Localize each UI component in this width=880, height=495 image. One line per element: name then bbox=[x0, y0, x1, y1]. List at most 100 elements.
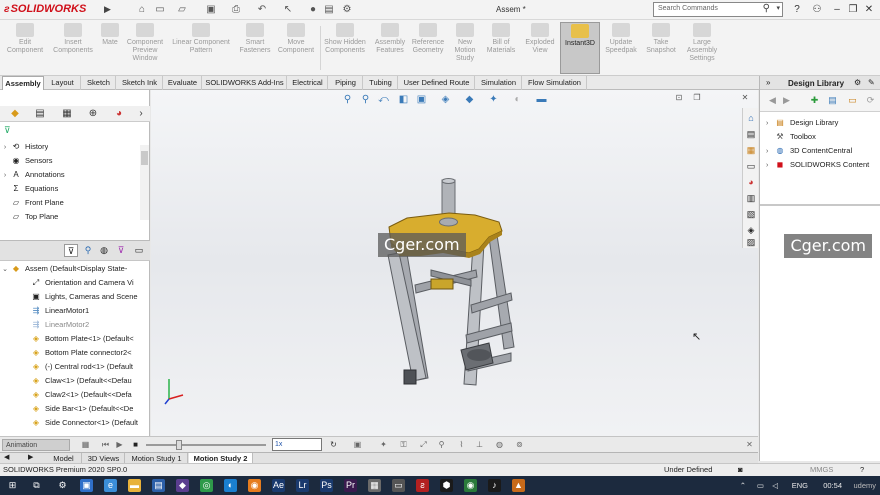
task-view-icon[interactable]: ⧉ bbox=[30, 479, 43, 492]
filter-results-icon[interactable]: ⊽ bbox=[114, 244, 128, 257]
exploded-view-button[interactable]: Exploded View bbox=[521, 22, 559, 74]
app-icon[interactable]: ◐ bbox=[224, 479, 237, 492]
tree-item-equations[interactable]: Σ Equations bbox=[0, 182, 59, 196]
app-icon[interactable]: Ps bbox=[320, 479, 333, 492]
filter-animating-icon[interactable]: ⊽ bbox=[64, 244, 78, 257]
design-library-tab-icon[interactable]: ▦ bbox=[745, 144, 757, 156]
reference-geometry-button[interactable]: Reference Geometry bbox=[409, 22, 447, 74]
back-icon[interactable]: ◀ bbox=[766, 94, 779, 107]
playback-speed-select[interactable]: 1x bbox=[272, 438, 322, 451]
app-icon[interactable]: ▦ bbox=[368, 479, 381, 492]
tab-solidworks-add-ins[interactable]: SOLIDWORKS Add-Ins bbox=[203, 76, 287, 90]
zoom-to-fit-icon[interactable]: ⚲ bbox=[341, 93, 354, 106]
resources-tab-icon[interactable]: ▤ bbox=[745, 128, 757, 140]
app-icon[interactable]: ▲ bbox=[512, 479, 525, 492]
tab-user-defined-route[interactable]: User Defined Route bbox=[399, 76, 475, 90]
motor-icon[interactable]: ⚲ bbox=[436, 439, 447, 451]
close-viewport-icon[interactable]: ✕ bbox=[740, 93, 750, 103]
solidworks-apps-tab-icon[interactable]: ◈ bbox=[745, 224, 757, 236]
expand-icon[interactable]: › bbox=[766, 159, 774, 173]
split-viewport-icon[interactable]: ⊡ bbox=[674, 93, 684, 103]
app-icon[interactable]: Ae bbox=[272, 479, 285, 492]
rebuild-icon[interactable]: ● bbox=[307, 4, 319, 15]
forward-icon[interactable]: ▶ bbox=[780, 94, 793, 107]
claw[interactable] bbox=[430, 278, 454, 290]
tree-scrollbar[interactable] bbox=[140, 145, 149, 220]
print-icon[interactable]: ⎙ bbox=[230, 4, 242, 15]
settings-app-icon[interactable]: ⚙ bbox=[56, 479, 69, 492]
tree-item-part[interactable]: ◈ (-) Central rod<1> (Default bbox=[30, 360, 133, 374]
take-snapshot-button[interactable]: Take Snapshot bbox=[642, 22, 680, 74]
hide-show-items-icon[interactable]: ✦ bbox=[487, 93, 500, 106]
user-icon[interactable]: ⚇ bbox=[810, 3, 824, 16]
library-item-toolbox[interactable]: ⚒ Toolbox bbox=[766, 130, 815, 144]
smart-fasteners-button[interactable]: Smart Fasteners bbox=[238, 22, 272, 74]
edit-appearance-icon[interactable]: ◐ bbox=[511, 93, 524, 106]
tree-item-front-plane[interactable]: ▱ Front Plane bbox=[0, 196, 64, 210]
app-icon[interactable]: Pr bbox=[344, 479, 357, 492]
search-icon[interactable]: ⚲ bbox=[763, 3, 770, 14]
network-icon[interactable]: ▭ bbox=[757, 479, 764, 492]
tree-item-part[interactable]: ◈ Bottom Plate<1> (Default< bbox=[30, 332, 134, 346]
save-icon[interactable]: ▣ bbox=[205, 4, 217, 15]
tree-item-annotations[interactable]: › A Annotations bbox=[0, 168, 65, 182]
edit-component-button[interactable]: Edit Component bbox=[4, 22, 46, 74]
language-indicator[interactable]: ENG bbox=[792, 479, 808, 492]
clock[interactable]: 00:54 bbox=[823, 479, 842, 492]
animation-wizard-icon[interactable]: ✦ bbox=[378, 439, 389, 451]
file-explorer-tab-icon[interactable]: ▭ bbox=[745, 160, 757, 172]
bill-of-materials-button[interactable]: Bill of Materials bbox=[483, 22, 519, 74]
tree-item-lights[interactable]: ▣ Lights, Cameras and Scene bbox=[30, 290, 137, 304]
update-speedpak-button[interactable]: Update Speedpak bbox=[602, 22, 640, 74]
display-style-icon[interactable]: ◆ bbox=[463, 93, 476, 106]
app-icon[interactable]: ◎ bbox=[200, 479, 213, 492]
minimize-button[interactable]: – bbox=[830, 3, 844, 16]
tree-item-part[interactable]: ◈ Side Connector<1> (Default bbox=[30, 416, 138, 430]
search-commands-input[interactable]: Search Commands ⚲ ▾ bbox=[653, 2, 783, 17]
unit-system[interactable]: MMGS bbox=[810, 464, 833, 476]
configuration-manager-tab-icon[interactable]: ▦ bbox=[60, 108, 74, 120]
tab-sketch[interactable]: Sketch bbox=[82, 76, 116, 90]
playback-mode-icon[interactable]: ↻ bbox=[328, 439, 339, 451]
display-manager-tab-icon[interactable]: ◕ bbox=[112, 108, 126, 120]
tab-evaluate[interactable]: Evaluate bbox=[164, 76, 202, 90]
gravity-icon[interactable]: ⊚ bbox=[514, 439, 525, 451]
tree-item-assembly-root[interactable]: ⌄ ◆ Assem (Default<Display State- bbox=[0, 262, 127, 276]
contact-icon[interactable]: ◍ bbox=[494, 439, 505, 451]
tree-item-part[interactable]: ◈ Bottom Plate connector2< bbox=[30, 346, 132, 360]
stop-icon[interactable]: ■ bbox=[130, 439, 141, 451]
chevron-down-icon[interactable]: ▾ bbox=[776, 4, 780, 12]
app-icon[interactable]: ▭ bbox=[392, 479, 405, 492]
library-item-3d-contentcentral[interactable]: › ◍ 3D ContentCentral bbox=[766, 144, 852, 158]
tree-item-history[interactable]: › ⟲ History bbox=[0, 140, 49, 154]
scrollbar-thumb[interactable] bbox=[141, 151, 148, 165]
damper-icon[interactable]: ⊥ bbox=[474, 439, 485, 451]
panel-expand-icon[interactable]: › bbox=[134, 108, 148, 120]
large-assembly-settings-button[interactable]: Large Assembly Settings bbox=[682, 22, 722, 74]
assembly-model-3d[interactable] bbox=[371, 175, 541, 390]
feature-manager-tab-icon[interactable]: ◆ bbox=[8, 108, 22, 120]
view-palette-tab-icon[interactable]: ▨ bbox=[745, 236, 757, 248]
add-to-library-icon[interactable]: ✚ bbox=[808, 94, 821, 107]
collapse-pane-icon[interactable]: » bbox=[766, 78, 770, 87]
tree-item-part[interactable]: ◈ Claw2<1> (Default<<Defa bbox=[30, 388, 132, 402]
tab-layout[interactable]: Layout bbox=[45, 76, 81, 90]
new-document-icon[interactable]: ▭ bbox=[154, 4, 166, 15]
library-item-design-library[interactable]: › ▤ Design Library bbox=[766, 116, 838, 130]
autokey-icon[interactable]: ⚿ bbox=[398, 439, 409, 451]
tree-item-part[interactable]: ◈ Claw<1> (Default<<Defau bbox=[30, 374, 132, 388]
linear-component-pattern-button[interactable]: Linear Component Pattern bbox=[168, 22, 234, 74]
custom-properties-tab-icon[interactable]: ▥ bbox=[745, 192, 757, 204]
tree-item-sensors[interactable]: ◉ Sensors bbox=[0, 154, 53, 168]
tab-scroll-right-icon[interactable]: ▶ bbox=[28, 453, 33, 461]
home-icon[interactable]: ⌂ bbox=[136, 4, 148, 15]
tab-piping[interactable]: Piping bbox=[329, 76, 363, 90]
add-key-icon[interactable]: ⤢ bbox=[418, 439, 429, 451]
filter-selected-icon[interactable]: ◍ bbox=[97, 244, 111, 257]
open-icon[interactable]: ▱ bbox=[176, 4, 188, 15]
dynamic-annotation-icon[interactable]: ▣ bbox=[415, 93, 428, 106]
tab-assembly[interactable]: Assembly bbox=[2, 76, 44, 90]
select-icon[interactable]: ↖ bbox=[282, 4, 294, 15]
zoom-to-area-icon[interactable]: ⚲ bbox=[359, 93, 372, 106]
file-properties-icon[interactable]: ▤ bbox=[323, 4, 335, 15]
